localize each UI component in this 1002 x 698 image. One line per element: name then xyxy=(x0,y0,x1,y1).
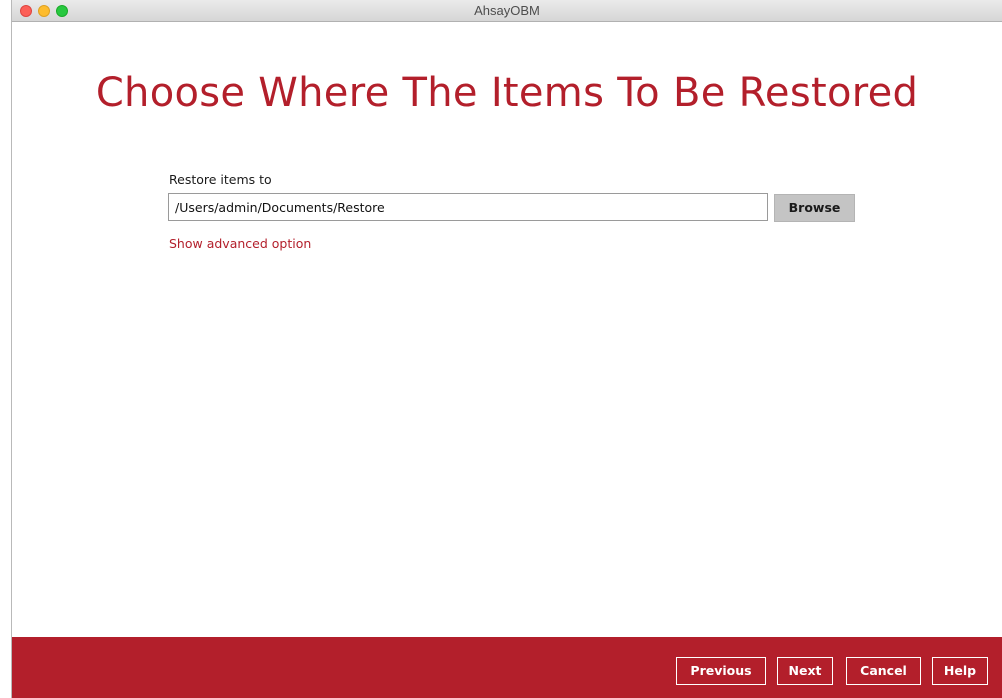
cancel-button[interactable]: Cancel xyxy=(846,657,921,685)
window-title: AhsayOBM xyxy=(474,3,540,18)
next-button[interactable]: Next xyxy=(777,657,833,685)
footer-bar: Previous Next Cancel Help xyxy=(12,637,1002,698)
restore-path-input[interactable] xyxy=(168,193,768,221)
title-bar[interactable]: AhsayOBM xyxy=(12,0,1002,22)
help-button[interactable]: Help xyxy=(932,657,988,685)
page-title: Choose Where The Items To Be Restored xyxy=(95,70,919,116)
app-window: AhsayOBM Choose Where The Items To Be Re… xyxy=(11,0,1002,698)
restore-location-label: Restore items to xyxy=(169,172,272,187)
browse-button[interactable]: Browse xyxy=(774,194,855,222)
previous-button[interactable]: Previous xyxy=(676,657,766,685)
show-advanced-option-link[interactable]: Show advanced option xyxy=(169,236,311,251)
